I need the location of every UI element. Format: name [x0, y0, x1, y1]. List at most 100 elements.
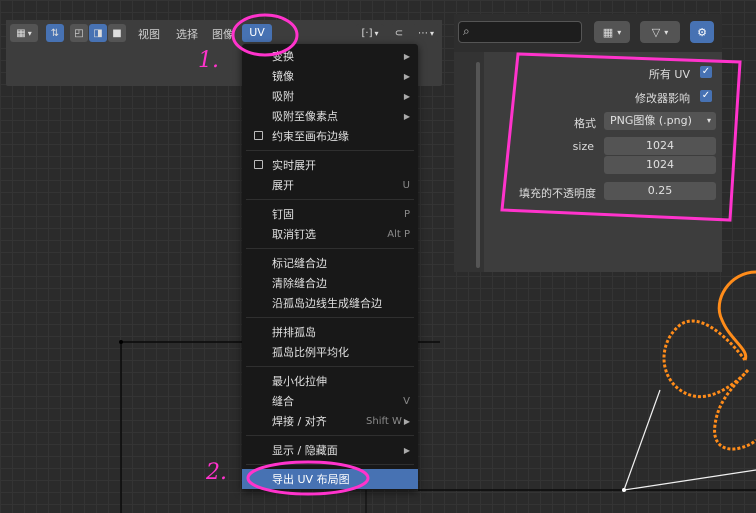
- menu-select[interactable]: 选择: [176, 26, 198, 42]
- fill-opacity-label: 填充的不透明度: [519, 187, 596, 200]
- menu-item-label: 镜像: [272, 70, 294, 83]
- menu-item-pack-islands[interactable]: 拼排孤岛: [242, 322, 418, 342]
- uv-edge-selected: [623, 469, 756, 491]
- menu-uv[interactable]: UV: [242, 24, 272, 42]
- shortcut-label: Shift W: [366, 415, 402, 427]
- menu-item-constrain-to-bounds[interactable]: 约束至画布边缘: [242, 126, 418, 146]
- menu-item-pin[interactable]: 钉固 P: [242, 204, 418, 224]
- menu-separator: [246, 199, 414, 200]
- modifier-checkbox[interactable]: ✓: [700, 90, 712, 102]
- menu-item-unpin[interactable]: 取消钉选 Alt P: [242, 224, 418, 244]
- chevron-down-icon: ▾: [706, 116, 711, 125]
- menu-item-stitch[interactable]: 缝合 V: [242, 391, 418, 411]
- menu-item-merge-align[interactable]: 焊接 / 对齐 Shift W ▶: [242, 411, 418, 431]
- menu-item-label: 清除缝合边: [272, 277, 327, 290]
- menu-separator: [246, 248, 414, 249]
- modifier-label: 修改器影响: [635, 92, 690, 105]
- menu-item-label: 约束至画布边缘: [272, 130, 349, 143]
- shortcut-label: U: [402, 179, 410, 191]
- menu-item-average-island-scale[interactable]: 孤岛比例平均化: [242, 342, 418, 362]
- editor-type-button[interactable]: ▦ ▾: [10, 24, 38, 42]
- size-y-field[interactable]: 1024: [604, 156, 716, 174]
- menu-item-label: 变换: [272, 50, 294, 63]
- menu-separator: [246, 435, 414, 436]
- menu-item-snap[interactable]: 吸附 ▶: [242, 86, 418, 106]
- menu-item-label: 吸附至像素点: [272, 110, 338, 123]
- menu-item-label: 实时展开: [272, 159, 316, 172]
- menu-item-label: 展开: [272, 179, 294, 192]
- menu-item-label: 取消钉选: [272, 228, 316, 241]
- search-input[interactable]: ⌕: [458, 21, 582, 43]
- format-select[interactable]: PNG图像 (.png) ▾: [604, 112, 716, 130]
- snap-button[interactable]: ⊂: [390, 24, 408, 42]
- uv-editor-icon: ▦: [16, 27, 26, 39]
- grid-icon: ▦: [602, 25, 614, 39]
- face-select-mode-button[interactable]: ■: [108, 24, 126, 42]
- check-icon: ✓: [701, 66, 711, 77]
- chevron-right-icon: ▶: [403, 71, 410, 81]
- check-icon: ✓: [701, 90, 711, 101]
- uv-vertex: [622, 488, 626, 492]
- uv-menu: 变换 ▶ 镜像 ▶ 吸附 ▶ 吸附至像素点 ▶ 约束至画布边缘 实时展开 展开 U 钉固 P…: [242, 44, 418, 490]
- search-icon: ⌕: [463, 24, 470, 38]
- menu-item-label: 显示 / 隐藏面: [272, 444, 338, 457]
- menu-separator: [246, 317, 414, 318]
- uv-edge-selected: [623, 389, 661, 491]
- chevron-right-icon: ▶: [403, 51, 410, 61]
- sync-icon: ⇅: [50, 27, 60, 39]
- menu-item-unwrap[interactable]: 展开 U: [242, 175, 418, 195]
- pivot-point-button[interactable]: [·] ▾: [356, 24, 384, 42]
- menu-item-mirror[interactable]: 镜像 ▶: [242, 66, 418, 86]
- format-label: 格式: [574, 117, 596, 130]
- fill-opacity-field[interactable]: 0.25: [604, 182, 716, 200]
- checkbox-icon: [254, 160, 263, 169]
- menu-item-clear-seam[interactable]: 清除缝合边: [242, 273, 418, 293]
- sync-selection-button[interactable]: ⇅: [46, 24, 64, 42]
- menu-image[interactable]: 图像: [212, 26, 234, 42]
- menu-item-mark-seam[interactable]: 标记缝合边: [242, 253, 418, 273]
- chevron-down-icon: ▾: [374, 28, 379, 38]
- menu-item-export-uv-layout[interactable]: 导出 UV 布局图: [242, 469, 418, 489]
- properties-header: ⌕ ▦ ▾ ▽ ▾ ⚙: [454, 14, 722, 52]
- menu-separator: [246, 366, 414, 367]
- menu-item-snap-to-pixels[interactable]: 吸附至像素点 ▶: [242, 106, 418, 126]
- edge-select-icon: ◨: [93, 27, 103, 39]
- snap-increment-icon: ⋯: [417, 27, 428, 39]
- edge-select-mode-button[interactable]: ◨: [89, 24, 107, 42]
- snap-target-button[interactable]: ⋯ ▾: [412, 24, 440, 42]
- all-uvs-label: 所有 UV: [648, 68, 690, 81]
- uv-island-outline: [662, 319, 750, 398]
- chevron-down-icon: ▾: [664, 27, 669, 37]
- chevron-down-icon: ▾: [617, 27, 622, 37]
- checkbox-icon: [254, 131, 263, 140]
- annotation-step-1: 1.: [198, 48, 219, 73]
- menu-item-transform[interactable]: 变换 ▶: [242, 46, 418, 66]
- menu-item-label: 缝合: [272, 395, 294, 408]
- vertex-select-mode-button[interactable]: ◰: [70, 24, 88, 42]
- filter-button[interactable]: ▽ ▾: [640, 21, 680, 43]
- menu-item-label: 焊接 / 对齐: [272, 415, 327, 428]
- menu-item-live-unwrap[interactable]: 实时展开: [242, 155, 418, 175]
- shortcut-label: Alt P: [387, 228, 410, 240]
- chevron-down-icon: ▾: [429, 28, 434, 38]
- chevron-right-icon: ▶: [403, 91, 410, 101]
- shortcut-label: P: [403, 208, 410, 220]
- menu-view[interactable]: 视图: [138, 26, 160, 42]
- menu-item-label: 沿孤岛边线生成缝合边: [272, 297, 382, 310]
- menu-item-label: 导出 UV 布局图: [272, 473, 350, 486]
- chevron-right-icon: ▶: [403, 416, 410, 426]
- size-x-field[interactable]: 1024: [604, 137, 716, 155]
- magnet-icon: ⊂: [394, 27, 404, 39]
- display-mode-button[interactable]: ▦ ▾: [594, 21, 630, 43]
- menu-item-seams-from-islands[interactable]: 沿孤岛边线生成缝合边: [242, 293, 418, 313]
- chevron-right-icon: ▶: [403, 445, 410, 455]
- menu-item-minimize-stretch[interactable]: 最小化拉伸: [242, 371, 418, 391]
- menu-item-label: 拼排孤岛: [272, 326, 316, 339]
- uv-vertex: [119, 340, 123, 344]
- settings-button[interactable]: ⚙: [690, 21, 714, 43]
- menu-separator: [246, 464, 414, 465]
- menu-item-show-hide-faces[interactable]: 显示 / 隐藏面 ▶: [242, 440, 418, 460]
- scrollbar[interactable]: [476, 62, 480, 268]
- chevron-down-icon: ▾: [27, 28, 32, 38]
- all-uvs-checkbox[interactable]: ✓: [700, 66, 712, 78]
